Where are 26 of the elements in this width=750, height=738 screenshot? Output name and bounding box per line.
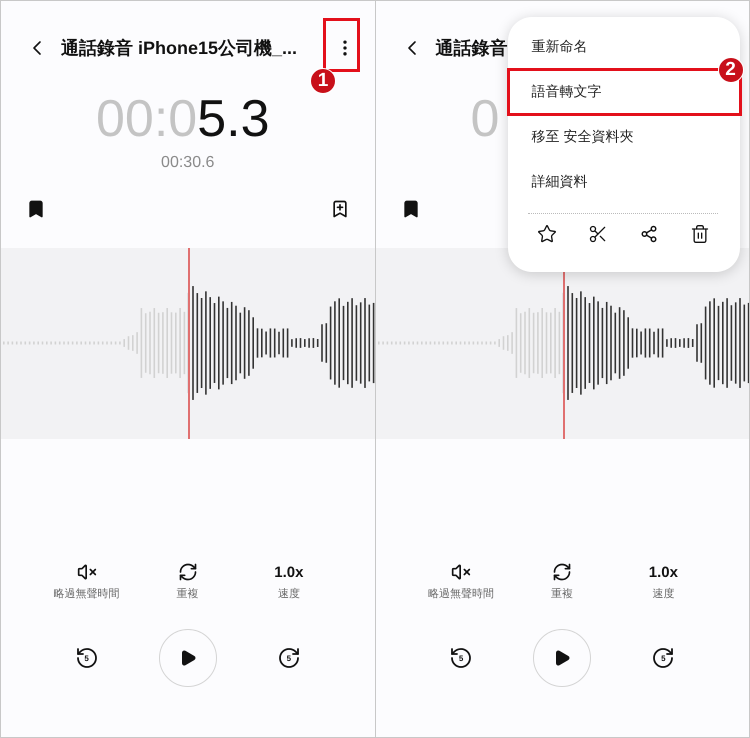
recording-title: 通話錄音 xyxy=(436,37,508,60)
highlight-frame xyxy=(323,18,360,72)
control-label: 重複 xyxy=(176,587,199,602)
menu-item[interactable]: 移至 安全資料夾 xyxy=(508,114,708,159)
control-label: 略過無聲時間 xyxy=(54,587,120,602)
rewind-button[interactable]: 5 xyxy=(448,645,474,671)
recording-title: 通話錄音 iPhone15公司機_... xyxy=(61,37,298,60)
step-badge: 1 xyxy=(310,68,336,94)
menu-item[interactable]: 語音轉文字 xyxy=(508,69,708,114)
play-icon xyxy=(553,649,572,667)
total-duration: 00:30.6 xyxy=(160,153,216,173)
elapsed-time: 00:05.3 xyxy=(96,89,270,149)
control-label: 速度 xyxy=(652,586,674,602)
speed-button[interactable]: 1.0x xyxy=(648,561,678,583)
control-label: 重複 xyxy=(551,587,574,602)
control-label: 速度 xyxy=(278,586,300,602)
repeat-icon[interactable] xyxy=(178,561,198,583)
repeat-icon[interactable] xyxy=(552,561,572,583)
control-label: 略過無聲時間 xyxy=(428,587,494,602)
elapsed-time: 0 xyxy=(470,89,500,149)
forward-button[interactable]: 5 xyxy=(650,645,676,671)
menu-item[interactable]: 重新命名 xyxy=(508,24,708,69)
speed-button[interactable]: 1.0x xyxy=(274,561,304,583)
rewind-button[interactable]: 5 xyxy=(74,645,100,671)
menu-item[interactable]: 詳細資料 xyxy=(508,159,708,204)
forward-button[interactable]: 5 xyxy=(276,645,302,671)
